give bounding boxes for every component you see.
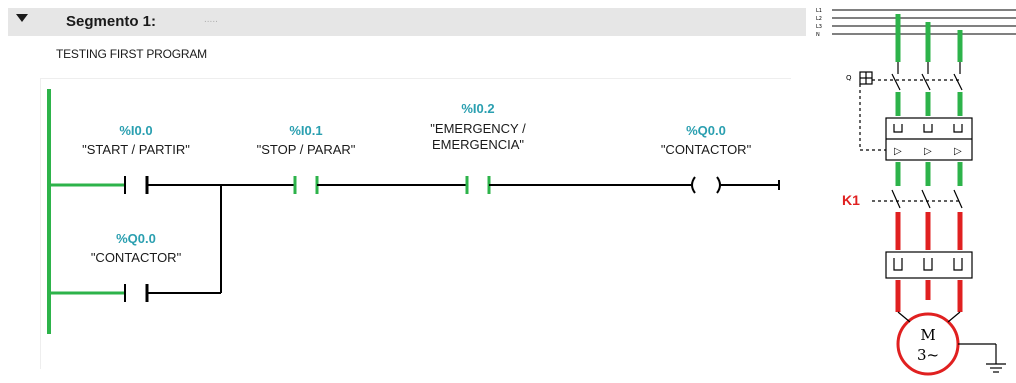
segment-header: Segmento 1: .....: [8, 8, 806, 36]
coil-tag: "CONTACTOR": [660, 142, 752, 157]
load-conductors: [895, 212, 963, 250]
supply-conductors: [895, 14, 963, 62]
contact-emergency-tag-line1: "EMERGENCY /: [430, 121, 526, 136]
svg-text:Q: Q: [846, 74, 852, 82]
svg-text:▷: ▷: [954, 146, 962, 157]
collapse-triangle-icon[interactable]: [16, 14, 28, 22]
coil-address: %Q0.0: [686, 123, 726, 138]
contact-stop[interactable]: [293, 176, 319, 194]
ladder-wiring: [47, 89, 780, 334]
contact-start-tag: "START / PARTIR": [82, 142, 190, 157]
contact-start[interactable]: [124, 176, 149, 194]
svg-text:▷: ▷: [894, 146, 902, 157]
svg-text:▷: ▷: [924, 146, 932, 157]
ground-icon: [958, 343, 1006, 373]
segment-title: Segmento 1:: [66, 13, 157, 30]
contact-start-address: %I0.0: [119, 123, 153, 138]
contact-emergency-address: %I0.2: [461, 101, 495, 116]
contact-stop-tag: "STOP / PARAR": [256, 142, 356, 157]
power-circuit-diagram: L1 L2 L3 N Q ▷ ▷ ▷ K1 M 3~: [816, 8, 1016, 376]
bus-labels: L1 L2 L3 N: [816, 8, 822, 38]
motor-icon: M 3~: [896, 311, 961, 376]
svg-text:L2: L2: [816, 16, 822, 22]
coil-contactor[interactable]: [691, 176, 721, 194]
supply-bus: [832, 9, 1016, 35]
motor-label-m: M: [920, 326, 935, 344]
branch-contact-tag: "CONTACTOR": [90, 250, 182, 265]
segment-description[interactable]: TESTING FIRST PROGRAM: [56, 47, 207, 61]
contactor-k1: [872, 189, 963, 209]
thermal-relay: [885, 251, 973, 279]
svg-text:L3: L3: [816, 24, 822, 30]
svg-text:L1: L1: [816, 8, 822, 14]
svg-text:N: N: [816, 32, 820, 38]
motor-label-phase: 3~: [917, 346, 939, 364]
contact-stop-address: %I0.1: [289, 123, 323, 138]
branch-contact-address: %Q0.0: [116, 231, 156, 246]
disconnector-switch: [859, 62, 963, 91]
ladder-network: %I0.0 "START / PARTIR" %I0.1 "STOP / PAR…: [40, 78, 791, 369]
contactor-label: K1: [842, 192, 860, 208]
segment-comment-field[interactable]: .....: [204, 14, 218, 25]
overload-relay: ▷ ▷ ▷: [859, 84, 973, 161]
contact-branch-contactor[interactable]: [124, 284, 149, 302]
contact-emergency-tag-line2: EMERGENCIA": [431, 137, 525, 152]
contact-emergency[interactable]: [465, 176, 491, 194]
